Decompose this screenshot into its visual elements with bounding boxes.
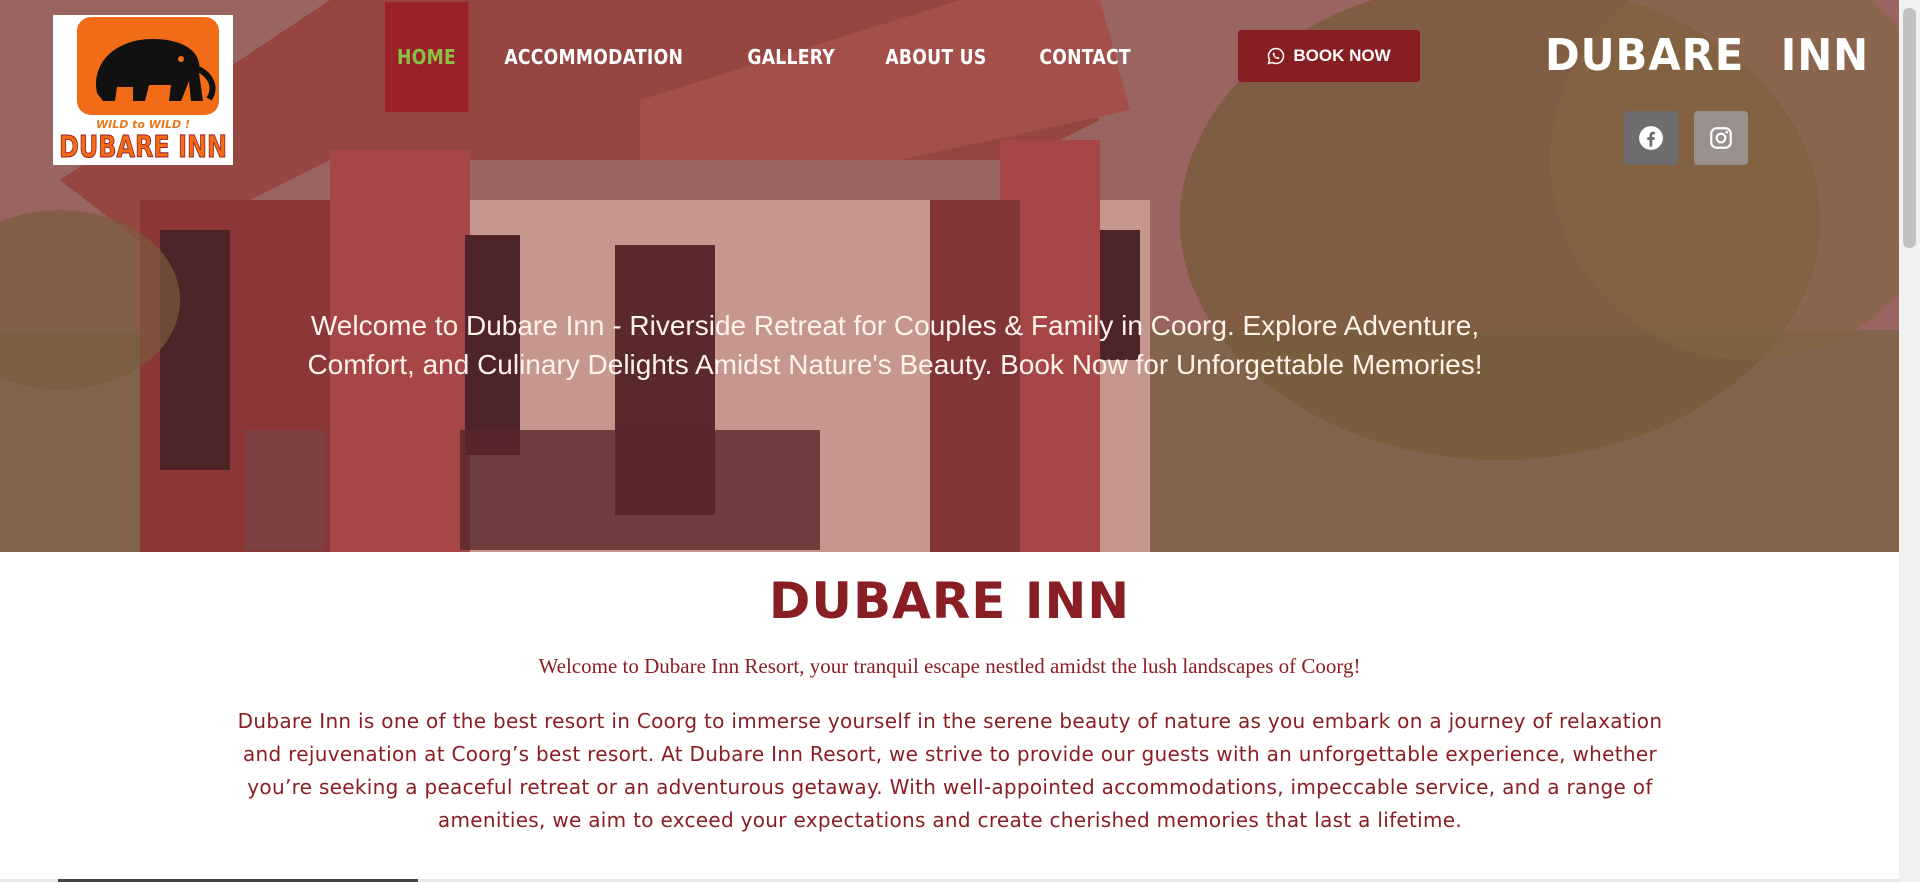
hero-tagline: Welcome to Dubare Inn - Riverside Retrea… (307, 310, 1483, 380)
logo-name: DUBARE INN (59, 130, 227, 165)
section-title: DUBARE INN (768, 572, 1131, 630)
main-nav: HOME ACCOMMODATION GALLERY ABOUT US CONT… (385, 2, 1171, 112)
book-now-label: BOOK NOW (1293, 46, 1391, 65)
hero-banner: WILD to WILD ! DUBARE INN HOME ACCOMMODA… (0, 0, 1899, 552)
resort-description: Dubare Inn is one of the best resort in … (237, 709, 1663, 832)
brand-title: DUBARE INN (1545, 30, 1870, 81)
facebook-button[interactable] (1624, 111, 1678, 165)
book-now-button[interactable]: BOOK NOW (1238, 30, 1420, 82)
nav-item-gallery[interactable]: GALLERY (737, 2, 845, 112)
social-links (1624, 111, 1748, 165)
nav-item-contact[interactable]: CONTACT (1029, 2, 1141, 112)
whatsapp-icon (1267, 47, 1285, 65)
scrollbar-thumb[interactable] (1903, 8, 1916, 248)
page-scrollbar[interactable] (1899, 0, 1920, 882)
elephant-logo-icon: WILD to WILD ! DUBARE INN (53, 15, 233, 165)
instagram-icon (1710, 127, 1732, 149)
nav-item-about-us[interactable]: ABOUT US (875, 2, 997, 112)
welcome-intro: Welcome to Dubare Inn Resort, your tranq… (538, 654, 1361, 678)
facebook-icon (1639, 126, 1663, 150)
instagram-button[interactable] (1694, 111, 1748, 165)
site-logo[interactable]: WILD to WILD ! DUBARE INN (53, 15, 233, 165)
nav-item-home[interactable]: HOME (385, 2, 469, 112)
nav-item-accommodation[interactable]: ACCOMMODATION (494, 2, 693, 112)
